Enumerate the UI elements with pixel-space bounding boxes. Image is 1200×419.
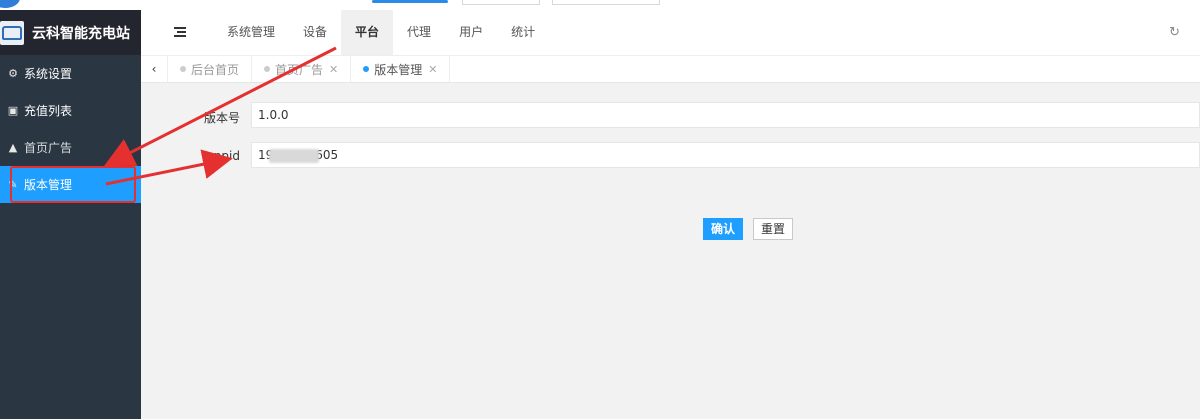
tab-dot-icon (363, 66, 370, 72)
tab-label: 后台首页 (191, 62, 240, 77)
tab-home[interactable]: 后台首页 (168, 56, 253, 82)
sidebar-item-recharge-list[interactable]: ▣ 充值列表 (0, 92, 141, 129)
menu-item-stats[interactable]: 统计 (497, 10, 549, 55)
top-strip (0, 0, 1200, 10)
car-logo-icon (0, 20, 24, 45)
tab-label: 首页广告 (275, 62, 324, 77)
menu-toggle-icon[interactable] (174, 27, 186, 38)
top-header: 系统管理 设备 平台 代理 用户 统计 ↻ (141, 10, 1200, 56)
appid-input[interactable] (251, 142, 1200, 168)
close-icon[interactable]: ✕ (428, 63, 437, 76)
tab-home-ads[interactable]: 首页广告 ✕ (252, 56, 352, 82)
sidebar-item-system-settings[interactable]: ⚙ 系统设置 (0, 55, 141, 92)
form-row-version: 版本号 (141, 102, 1200, 130)
menu-item-platform[interactable]: 平台 (341, 10, 394, 55)
tab-label: 版本管理 (374, 62, 423, 77)
tab-bar: ‹ 后台首页 首页广告 ✕ 版本管理 ✕ (141, 56, 1200, 83)
close-icon[interactable]: ✕ (329, 63, 338, 76)
browser-logo (0, 0, 20, 8)
tab-prev-icon[interactable]: ‹ (141, 56, 168, 82)
top-field-1[interactable] (462, 0, 540, 5)
menu-item-system[interactable]: 系统管理 (213, 10, 289, 55)
top-menu: 系统管理 设备 平台 代理 用户 统计 (213, 10, 549, 55)
top-field-2[interactable] (552, 0, 660, 5)
redaction-blur (269, 149, 319, 163)
top-active-indicator (372, 0, 448, 3)
refresh-icon[interactable]: ↻ (1169, 25, 1180, 40)
menu-item-agent[interactable]: 代理 (393, 10, 445, 55)
version-label: 版本号 (203, 111, 240, 125)
sidebar-item-label: 系统设置 (24, 67, 73, 81)
tab-version-management[interactable]: 版本管理 ✕ (351, 56, 451, 82)
menu-item-device[interactable]: 设备 (289, 10, 341, 55)
menu-item-user[interactable]: 用户 (445, 10, 497, 55)
appid-label: appid (206, 149, 240, 163)
sidebar: 云科智能充电站 ⚙ 系统设置 ▣ 充值列表 ▲ 首页广告 ✎ 版本管理 (0, 10, 141, 419)
sidebar-item-label: 充值列表 (24, 104, 73, 118)
reset-button[interactable]: 重置 (753, 218, 794, 240)
sidebar-item-label: 首页广告 (24, 141, 73, 155)
brand: 云科智能充电站 (0, 10, 141, 55)
tab-dot-icon (264, 66, 271, 72)
form-row-appid: appid (141, 142, 1200, 170)
version-input[interactable] (251, 102, 1200, 128)
tab-dot-icon (180, 66, 186, 72)
tree-icon: ▲ (8, 141, 18, 154)
brand-title: 云科智能充电站 (32, 25, 130, 42)
gears-icon: ⚙ (8, 67, 18, 80)
confirm-button[interactable]: 确认 (703, 218, 744, 240)
sidebar-item-home-ads[interactable]: ▲ 首页广告 (0, 129, 141, 166)
money-icon: ▣ (7, 104, 19, 117)
annotation-highlight-box (10, 166, 136, 203)
